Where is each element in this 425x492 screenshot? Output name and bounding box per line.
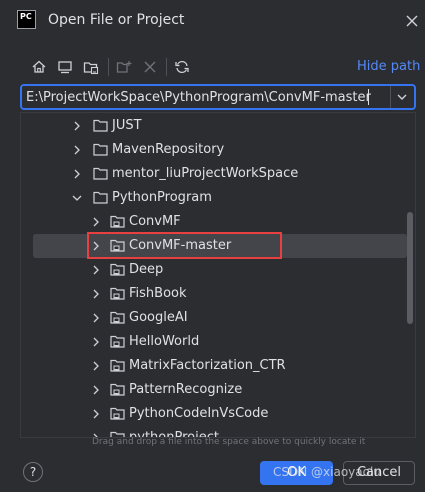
- tree-item-label: FishBook: [129, 286, 187, 301]
- toolbar-separator: [108, 58, 109, 76]
- tree-item-label: HelloWorld: [129, 334, 200, 349]
- project-folder-button[interactable]: [81, 57, 101, 77]
- module-folder-icon: [110, 359, 125, 372]
- tree-item-label: JUST: [112, 118, 142, 133]
- pycharm-logo-icon: PC: [17, 10, 36, 29]
- chevron-right-icon[interactable]: [91, 384, 101, 396]
- tree-item-label: Deep: [129, 262, 164, 277]
- tree-item-label: mentor_liuProjectWorkSpace: [112, 166, 299, 181]
- home-icon: [32, 60, 46, 73]
- file-tree[interactable]: JUST MavenRepository mentor_liuProjectWo…: [20, 112, 416, 438]
- desktop-icon: [58, 61, 72, 74]
- module-folder-icon: [110, 311, 125, 324]
- new-folder-button[interactable]: [114, 57, 134, 77]
- dialog-title: Open File or Project: [48, 12, 185, 28]
- tree-item-googleai[interactable]: GoogleAI: [21, 306, 407, 330]
- close-icon: [406, 15, 418, 27]
- folder-icon: [93, 119, 108, 132]
- module-folder-icon: [110, 263, 125, 276]
- desktop-button[interactable]: [55, 57, 75, 77]
- chevron-right-icon[interactable]: [91, 408, 101, 420]
- tree-item-mentor-liu-project-workspace[interactable]: mentor_liuProjectWorkSpace: [21, 162, 407, 186]
- hide-path-link[interactable]: Hide path: [357, 59, 420, 74]
- refresh-button[interactable]: [172, 57, 192, 77]
- toolbar: Hide path: [0, 54, 425, 80]
- folder-icon: [93, 191, 108, 204]
- tree-item-just[interactable]: JUST: [21, 114, 407, 138]
- drag-drop-hint: Drag and drop a file into the space abov…: [92, 437, 366, 447]
- tree-item-deep[interactable]: Deep: [21, 258, 407, 282]
- module-folder-icon: [110, 239, 125, 252]
- module-folder-icon: [110, 407, 125, 420]
- tree-item-helloworld[interactable]: HelloWorld: [21, 330, 407, 354]
- tree-item-convmf-master[interactable]: ConvMF-master: [33, 234, 407, 258]
- project-folder-icon: [83, 62, 99, 75]
- chevron-down-icon: [397, 94, 407, 100]
- refresh-icon: [175, 60, 189, 74]
- path-input[interactable]: [26, 88, 386, 106]
- tree-item-mavenrepository[interactable]: MavenRepository: [21, 138, 407, 162]
- chevron-right-icon[interactable]: [91, 360, 101, 372]
- tree-item-pythonprogram[interactable]: PythonProgram: [21, 186, 407, 210]
- folder-icon: [93, 167, 108, 180]
- chevron-right-icon[interactable]: [91, 240, 101, 252]
- toolbar-separator: [166, 58, 167, 76]
- tree-item-label: GoogleAI: [129, 310, 188, 325]
- path-field[interactable]: [20, 84, 416, 110]
- tree-item-label: PythonCodeInVsCode: [129, 406, 269, 421]
- tree-item-patternrecognize[interactable]: PatternRecognize: [21, 378, 407, 402]
- tree-item-label: ConvMF: [129, 214, 181, 229]
- chevron-right-icon[interactable]: [91, 312, 101, 324]
- tree-item-label: ConvMF-master: [129, 238, 232, 253]
- chevron-right-icon[interactable]: [91, 336, 101, 348]
- new-folder-icon: [116, 61, 132, 73]
- chevron-right-icon[interactable]: [72, 144, 82, 156]
- ok-button[interactable]: OK: [260, 461, 333, 485]
- chevron-right-icon[interactable]: [91, 288, 101, 300]
- home-button[interactable]: [29, 57, 49, 77]
- tree-item-convmf[interactable]: ConvMF: [21, 210, 407, 234]
- text-caret: [368, 89, 369, 105]
- folder-icon: [93, 143, 108, 156]
- title-bar: PC Open File or Project: [0, 0, 425, 42]
- tree-item-label: MavenRepository: [112, 142, 225, 157]
- cancel-button[interactable]: Cancel: [343, 461, 415, 485]
- module-folder-icon: [110, 215, 125, 228]
- module-folder-icon: [110, 287, 125, 300]
- module-folder-icon: [110, 335, 125, 348]
- close-button[interactable]: [404, 13, 420, 29]
- chevron-right-icon[interactable]: [91, 264, 101, 276]
- chevron-right-icon[interactable]: [72, 168, 82, 180]
- module-folder-icon: [110, 383, 125, 396]
- chevron-right-icon[interactable]: [91, 216, 101, 228]
- tree-item-pythoncodeinvscode[interactable]: PythonCodeInVsCode: [21, 402, 407, 426]
- tree-item-label: PythonProgram: [112, 190, 212, 205]
- delete-icon: [144, 61, 156, 73]
- path-history-dropdown-button[interactable]: [390, 86, 414, 108]
- help-button[interactable]: ?: [23, 462, 43, 482]
- tree-item-label: MatrixFactorization_CTR: [129, 358, 286, 373]
- tree-item-label: PatternRecognize: [129, 382, 243, 397]
- chevron-down-icon[interactable]: [72, 192, 82, 204]
- delete-button[interactable]: [140, 57, 160, 77]
- tree-item-matrixfactorization-ctr[interactable]: MatrixFactorization_CTR: [21, 354, 407, 378]
- tree-item-fishbook[interactable]: FishBook: [21, 282, 407, 306]
- chevron-right-icon[interactable]: [72, 120, 82, 132]
- tree-scrollbar[interactable]: [407, 212, 413, 324]
